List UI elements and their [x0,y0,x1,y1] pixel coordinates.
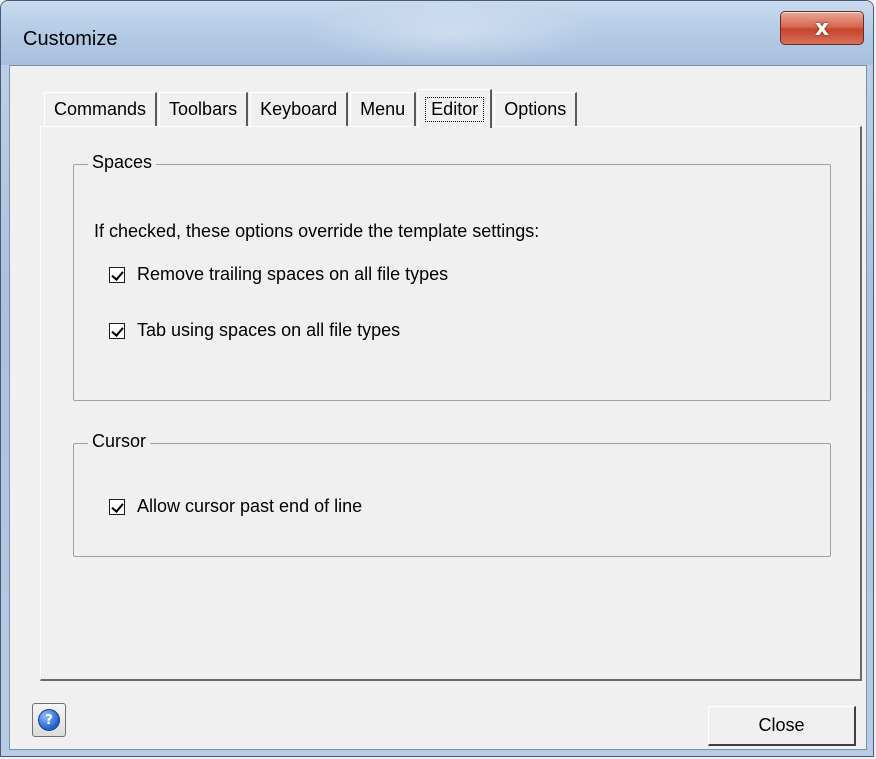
close-icon: x [814,15,830,41]
checkmark-icon [111,267,124,281]
help-icon: ? [38,709,60,731]
close-button[interactable]: Close [708,706,856,746]
spaces-instruction: If checked, these options override the t… [94,221,540,241]
title-bar[interactable]: Customize x [1,1,873,65]
tab-label: Options [504,99,567,119]
window-title: Customize [23,28,118,50]
window-close-button[interactable]: x [780,11,864,45]
dialog-body: Commands Toolbars Keyboard Menu Editor O… [9,65,867,750]
tab-options[interactable]: Options [494,92,578,126]
checkmark-icon [111,323,124,337]
tab-label: Keyboard [260,99,338,119]
editor-tab-panel: Spaces If checked, these options overrid… [40,126,862,681]
allow-cursor-past-eol-option[interactable]: Allow cursor past end of line [109,496,362,517]
allow-cursor-past-eol-label[interactable]: Allow cursor past end of line [137,496,362,517]
allow-cursor-past-eol-checkbox[interactable] [109,498,125,515]
checkmark-icon [111,499,124,513]
tab-using-spaces-checkbox[interactable] [109,322,125,339]
tab-commands[interactable]: Commands [44,92,158,126]
tab-label: Editor [425,96,485,122]
spaces-legend: Spaces [88,152,157,173]
tab-using-spaces-label[interactable]: Tab using spaces on all file types [137,320,400,341]
tab-toolbars[interactable]: Toolbars [159,92,249,126]
help-button[interactable]: ? [32,703,66,737]
tab-using-spaces-option[interactable]: Tab using spaces on all file types [109,320,400,341]
tab-label: Toolbars [169,99,238,119]
tab-label: Commands [54,99,147,119]
tab-strip: Commands Toolbars Keyboard Menu Editor O… [44,89,579,128]
cursor-legend: Cursor [88,431,151,452]
tab-editor[interactable]: Editor [418,89,493,128]
tab-menu[interactable]: Menu [350,92,417,126]
tab-label: Menu [360,99,406,119]
spaces-group: Spaces If checked, these options overrid… [73,152,831,401]
remove-trailing-spaces-option[interactable]: Remove trailing spaces on all file types [109,264,448,285]
remove-trailing-spaces-checkbox[interactable] [109,266,125,283]
tab-keyboard[interactable]: Keyboard [250,92,349,126]
cursor-group: Cursor Allow cursor past end of line [73,431,831,557]
customize-window: Customize x Commands Toolbars Keyboard M… [0,0,874,757]
remove-trailing-spaces-label[interactable]: Remove trailing spaces on all file types [137,264,448,285]
dialog-footer: ? Close [10,686,866,749]
